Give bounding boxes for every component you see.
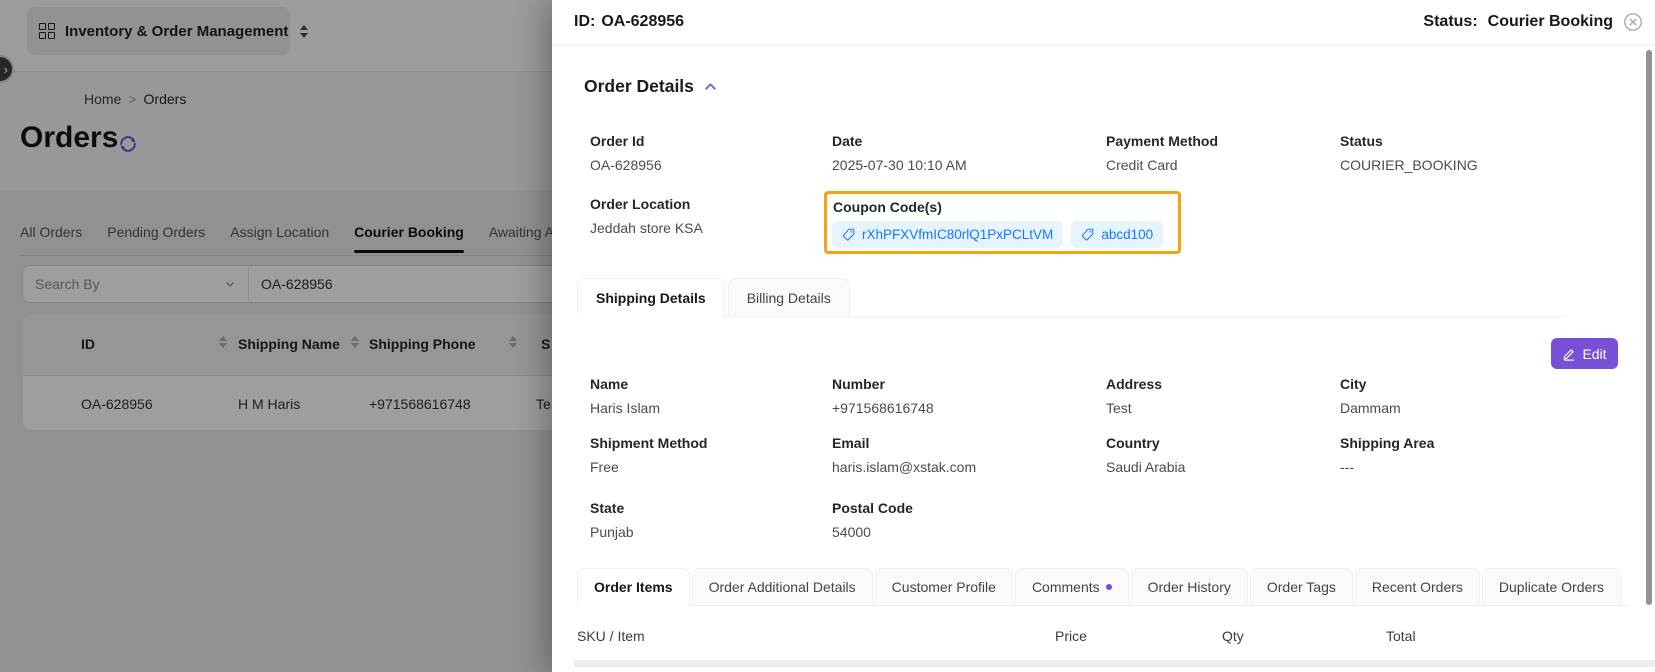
coupon-chips: rXhPFXVfmIC80rlQ1PxPCLtVM abcd100: [832, 221, 1163, 248]
field-payment-method: Payment Method Credit Card: [1106, 133, 1218, 173]
tag-icon: [842, 228, 855, 241]
field-name: Name Haris Islam: [590, 376, 660, 416]
field-postal-code: Postal Code 54000: [832, 500, 913, 540]
tab-shipping-details[interactable]: Shipping Details: [577, 278, 725, 317]
field-number: Number +971568616748: [832, 376, 934, 416]
items-col-qty: Qty: [1222, 628, 1244, 644]
collapse-chevron-up-icon[interactable]: [703, 79, 718, 94]
coupon-chip: abcd100: [1071, 221, 1163, 248]
order-id-label: ID:: [574, 13, 595, 31]
screen: Inventory & Order Management › Home>Orde…: [0, 0, 1655, 672]
tab-customer-profile[interactable]: Customer Profile: [875, 568, 1013, 606]
field-order-location: Order Location Jeddah store KSA: [590, 196, 703, 236]
tab-order-additional-details[interactable]: Order Additional Details: [692, 568, 873, 606]
field-city: City Dammam: [1340, 376, 1401, 416]
coupon-codes-highlight: Coupon Code(s) rXhPFXVfmIC80rlQ1PxPCLtVM…: [824, 191, 1181, 254]
field-shipping-area: Shipping Area ---: [1340, 435, 1434, 475]
section-tabs: Order Items Order Additional Details Cus…: [577, 568, 1623, 606]
status-value: Courier Booking: [1488, 13, 1613, 31]
tab-order-tags[interactable]: Order Tags: [1250, 568, 1353, 606]
drawer-scrollbar-thumb[interactable]: [1646, 50, 1652, 605]
order-id-value: OA-628956: [601, 13, 684, 31]
coupon-chip: rXhPFXVfmIC80rlQ1PxPCLtVM: [832, 221, 1063, 248]
close-icon[interactable]: [1623, 12, 1643, 32]
coupon-codes-label: Coupon Code(s): [833, 199, 942, 215]
edit-button[interactable]: Edit: [1551, 338, 1618, 369]
order-drawer: ID: OA-628956 Status: Courier Booking Or…: [552, 0, 1655, 672]
field-state: State Punjab: [590, 500, 634, 540]
tab-comments[interactable]: Comments: [1015, 568, 1129, 606]
edit-pencil-icon: [1562, 347, 1576, 361]
drawer-header: ID: OA-628956 Status: Courier Booking: [552, 0, 1655, 45]
tab-recent-orders[interactable]: Recent Orders: [1355, 568, 1480, 606]
field-status: Status COURIER_BOOKING: [1340, 133, 1478, 173]
tab-order-items[interactable]: Order Items: [577, 568, 690, 606]
tag-icon: [1081, 228, 1094, 241]
field-order-id: Order Id OA-628956: [590, 133, 662, 173]
tab-billing-details[interactable]: Billing Details: [728, 278, 850, 317]
items-col-total: Total: [1386, 628, 1416, 644]
items-col-price: Price: [1055, 628, 1087, 644]
tab-order-history[interactable]: Order History: [1131, 568, 1248, 606]
field-country: Country Saudi Arabia: [1106, 435, 1185, 475]
items-col-sku: SKU / Item: [577, 628, 645, 644]
field-date: Date 2025-07-30 10:10 AM: [832, 133, 967, 173]
order-details-section-title: Order Details: [584, 76, 718, 97]
modal-backdrop[interactable]: [0, 0, 552, 672]
status-label: Status:: [1423, 13, 1477, 31]
items-table-row-divider: [574, 660, 1655, 667]
tab-duplicate-orders[interactable]: Duplicate Orders: [1482, 568, 1621, 606]
field-email: Email haris.islam@xstak.com: [832, 435, 976, 475]
field-address: Address Test: [1106, 376, 1162, 416]
address-tabs: Shipping Details Billing Details: [577, 278, 853, 317]
field-shipment-method: Shipment Method Free: [590, 435, 707, 475]
comments-badge-dot: [1106, 584, 1112, 590]
